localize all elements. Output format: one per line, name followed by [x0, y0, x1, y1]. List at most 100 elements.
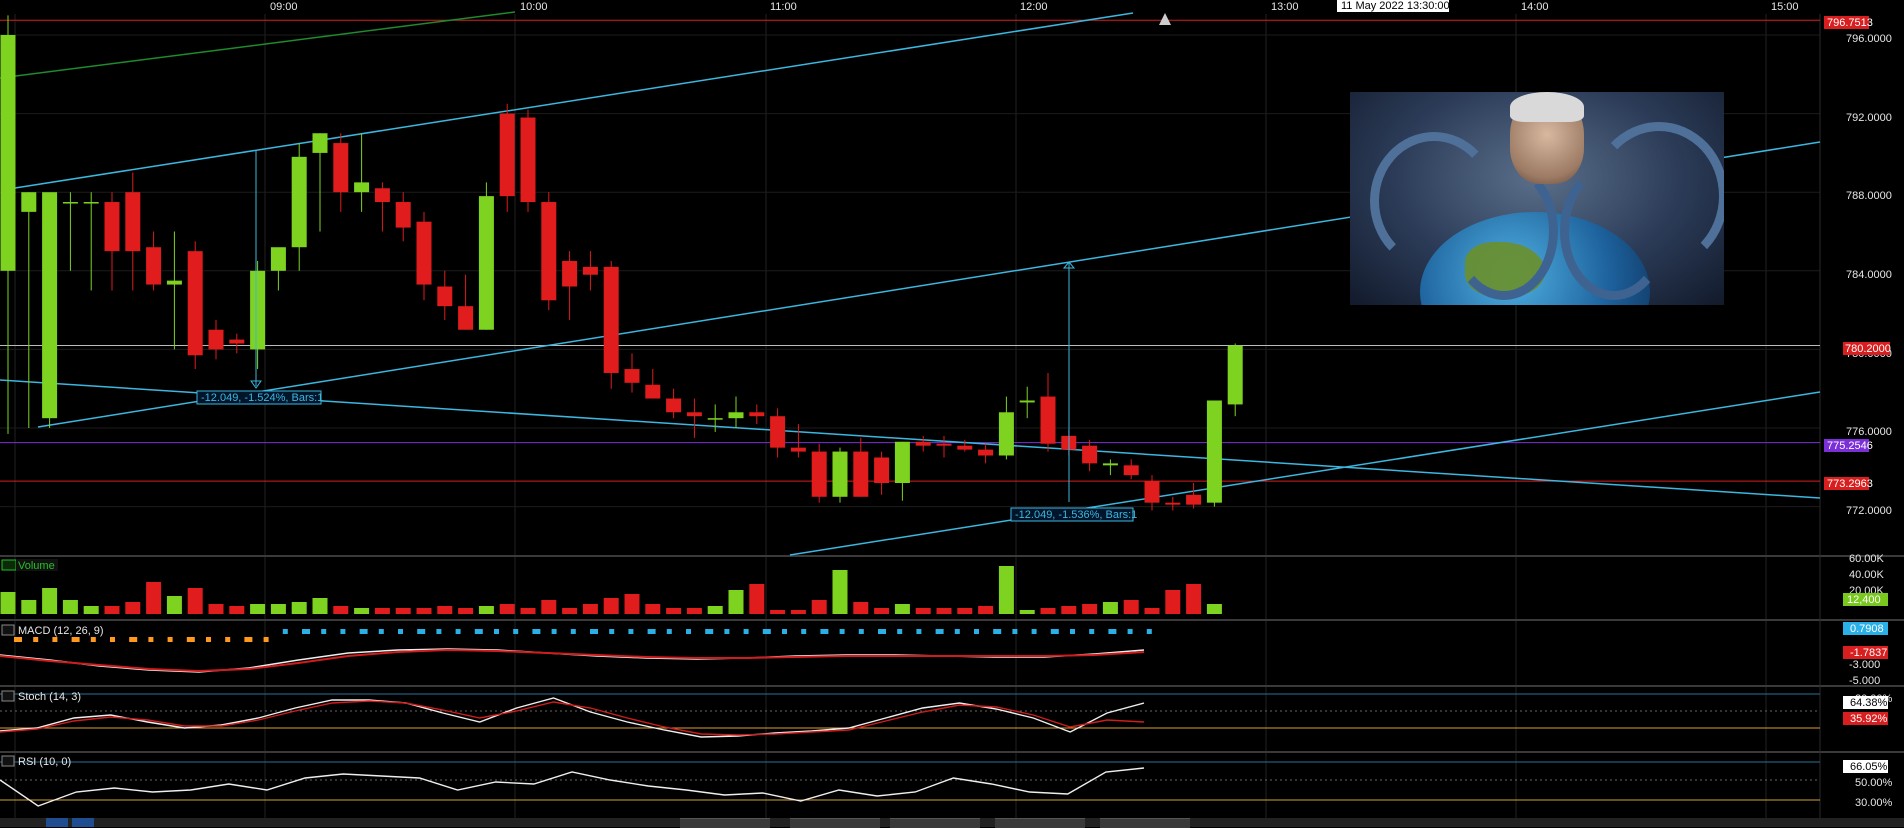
- volume-bar: [1186, 584, 1202, 614]
- volume-bar: [146, 582, 162, 614]
- rsi-toggle-icon[interactable]: [1, 755, 15, 767]
- candle-body: [250, 270, 266, 350]
- volume-bar: [853, 602, 869, 614]
- stoch-marker-2: 35.92%: [1850, 713, 1888, 725]
- macd-histogram-bar: [52, 637, 58, 642]
- measurement-label-2: -12.049, -1.536%, Bars:1: [1015, 509, 1137, 521]
- volume-bar: [437, 606, 453, 614]
- macd-histogram-bar: [666, 629, 672, 634]
- overlay-image-octopus-globe[interactable]: [1350, 92, 1724, 305]
- macd-histogram-bar: [513, 629, 519, 634]
- macd-histogram-bar: [33, 637, 39, 642]
- candle-body: [374, 188, 390, 203]
- volume-marker: 12,400: [1847, 594, 1881, 606]
- macd-histogram-bar: [897, 629, 903, 634]
- macd-histogram-bar: [1127, 629, 1133, 634]
- toolbar-draw-icon[interactable]: [46, 818, 68, 827]
- macd-histogram-bar: [609, 629, 615, 634]
- macd-histogram-bar: [743, 629, 749, 634]
- macd-histogram-bar: [494, 629, 499, 634]
- candle-body: [21, 192, 37, 212]
- volume-bar: [894, 604, 910, 614]
- candle-body: [270, 247, 286, 271]
- time-label-1000: 10:00: [520, 1, 548, 13]
- volume-bar: [478, 606, 494, 614]
- stoch-title: Stoch (14, 3): [18, 691, 81, 703]
- macd-tick-minus3: -3.000: [1849, 659, 1880, 671]
- volume-bar: [707, 606, 723, 614]
- volume-toggle-icon[interactable]: [1, 559, 17, 571]
- macd-histogram-bar: [302, 629, 310, 634]
- volume-bar: [354, 608, 370, 614]
- volume-bar: [686, 608, 702, 614]
- candle-body: [166, 280, 182, 285]
- price-marker-3: 775.2546: [1827, 440, 1873, 452]
- volume-bar: [21, 600, 37, 614]
- macd-histogram-bar: [628, 629, 634, 634]
- candle-body: [42, 192, 58, 419]
- macd-histogram-bar: [263, 637, 269, 642]
- rsi-title: RSI (10, 0): [18, 756, 71, 768]
- candle-body: [520, 117, 536, 203]
- volume-bar: [624, 594, 640, 614]
- macd-histogram-bar: [129, 637, 138, 642]
- time-label-1100: 11:00: [770, 1, 797, 13]
- macd-histogram-bar: [455, 629, 461, 634]
- macd-histogram-bar: [570, 629, 576, 634]
- volume-bar: [125, 602, 141, 614]
- rsi-marker-1: 66.05%: [1850, 761, 1888, 773]
- volume-bar: [874, 608, 890, 614]
- candle-body: [1102, 463, 1118, 466]
- volume-bar: [208, 604, 224, 614]
- candle-body: [208, 329, 224, 350]
- candle-body: [1123, 465, 1139, 476]
- candle-body: [83, 202, 99, 204]
- stoch-toggle-icon[interactable]: [1, 690, 15, 702]
- volume-bar: [645, 604, 661, 614]
- candle-body: [936, 443, 952, 446]
- price-tick-772: 772.0000: [1846, 505, 1892, 517]
- toolbar-cursor-icon[interactable]: [72, 818, 94, 827]
- volume-bar: [416, 608, 432, 614]
- candle-body: [1019, 400, 1035, 403]
- macd-histogram-bar: [398, 629, 403, 634]
- volume-bar: [978, 606, 994, 614]
- time-label-1400: 14:00: [1521, 1, 1549, 13]
- macd-toggle-icon[interactable]: [1, 624, 15, 636]
- macd-histogram-bar: [206, 637, 211, 642]
- volume-bar: [998, 566, 1014, 614]
- volume-bar: [104, 606, 120, 614]
- macd-histogram-bar: [974, 629, 979, 634]
- volume-bar: [603, 598, 619, 614]
- time-label-1500: 15:00: [1771, 1, 1799, 13]
- macd-histogram-bar: [820, 629, 829, 634]
- candle-body: [686, 412, 702, 417]
- time-label-0900: 09:00: [270, 1, 298, 13]
- candle-body: [478, 196, 494, 330]
- price-tick-788: 788.0000: [1846, 190, 1892, 202]
- candle-body: [645, 384, 661, 399]
- volume-bar: [1061, 606, 1077, 614]
- volume-bar: [166, 596, 182, 614]
- macd-histogram-bar: [1089, 629, 1095, 634]
- candle-body: [1082, 445, 1098, 464]
- price-tick-776: 776.0000: [1846, 426, 1892, 438]
- candle-body: [624, 369, 640, 383]
- candle-body: [312, 133, 328, 153]
- volume-bar: [582, 604, 598, 614]
- macd-histogram-bar: [532, 629, 541, 634]
- price-marker-2: 780.2000: [1845, 343, 1891, 355]
- candle-body: [998, 412, 1014, 456]
- volume-bar: [790, 610, 806, 614]
- price-tick-784: 784.0000: [1846, 269, 1892, 281]
- macd-histogram-bar: [724, 629, 730, 634]
- macd-histogram-bar: [225, 637, 231, 642]
- macd-histogram-bar: [148, 637, 154, 642]
- macd-histogram-bar: [1146, 629, 1152, 634]
- candle-body: [978, 449, 994, 456]
- macd-histogram-bar: [282, 629, 288, 634]
- candle-body: [104, 202, 120, 252]
- macd-histogram-bar: [167, 637, 173, 642]
- candle-body: [811, 451, 827, 497]
- volume-bar: [270, 604, 286, 614]
